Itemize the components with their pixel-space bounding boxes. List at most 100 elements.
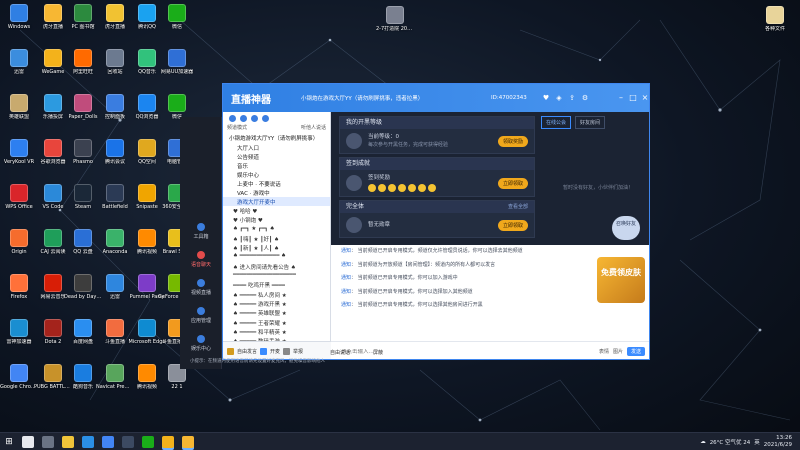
member-list-item[interactable]: ♥ 小钢炮 ♥	[223, 215, 330, 224]
member-list-item[interactable]: ♥ 哈哈 ♥	[223, 206, 330, 215]
member-list-item[interactable]: ♠ ═════ 英雄联盟 ★	[223, 308, 330, 317]
huya-app-icon[interactable]	[182, 435, 194, 448]
emoji-button[interactable]: 表情	[599, 348, 609, 355]
desktop-icon[interactable]: 控制面板	[98, 94, 132, 134]
file-explorer-app-icon[interactable]	[62, 435, 74, 448]
edge-app-icon[interactable]	[82, 435, 94, 448]
desktop-icon[interactable]: 微信	[160, 4, 194, 44]
desktop-icon[interactable]: 斗鱼直播	[98, 319, 132, 359]
free-talk-button[interactable]: 自由发言	[237, 348, 257, 355]
listen-mode-label[interactable]: 听他人说话	[301, 124, 326, 133]
sub-room-item[interactable]: 上麦中 · 不要说话	[223, 179, 330, 188]
promo-banner[interactable]: 免费领皮肤	[597, 257, 645, 303]
desktop-icon[interactable]: 腾讯会议	[98, 139, 132, 179]
sidebar-item-video[interactable]: 视频直播	[180, 279, 222, 296]
task-action-button[interactable]: 领取奖励	[497, 135, 528, 147]
clock[interactable]: 13:26 2021/6/29	[764, 435, 792, 449]
desktop-icon[interactable]: Google Chrome	[0, 364, 38, 404]
windows-start-icon[interactable]: ⊞	[0, 433, 18, 450]
maximize-button[interactable]: □	[627, 92, 639, 104]
desktop-icon[interactable]: 22 1	[160, 364, 194, 404]
wechat-app-icon[interactable]	[142, 435, 154, 448]
sub-room-item[interactable]: 游戏大厅开麦中	[223, 197, 330, 206]
desktop-icon[interactable]: Navicat Premium 12	[96, 364, 134, 404]
send-button[interactable]: 发送	[626, 347, 645, 356]
tab-online-guild[interactable]: 在线公会	[541, 116, 572, 129]
sidebar-item-apps[interactable]: 应用管理	[180, 307, 222, 324]
desktop-icon[interactable]: 回收站	[98, 49, 132, 89]
member-list-item[interactable]: ♠ ┏━┓ ★ ┏━┓ ♠	[223, 225, 330, 234]
desktop-icon[interactable]: Origin	[2, 229, 36, 269]
summon-friends-button[interactable]: 召唤好友	[612, 216, 640, 240]
member-list-item[interactable]: ♠ ═════ 王者荣耀 ★	[223, 318, 330, 327]
report-button[interactable]: 举报	[293, 348, 303, 355]
desktop-icon[interactable]: Phasmo	[66, 139, 100, 179]
block-label[interactable]: 屏蔽	[373, 349, 383, 356]
share-icon[interactable]: ⇪	[567, 93, 577, 103]
search-app-icon[interactable]	[22, 435, 34, 448]
close-button[interactable]: ×	[639, 92, 649, 104]
desktop-icon[interactable]: Windows	[2, 4, 36, 44]
desktop-file-2-7[interactable]: 2-7打造院 2020/0...	[376, 6, 414, 46]
desktop-icon[interactable]: 阿里旺旺	[66, 49, 100, 89]
image-button[interactable]: 图片	[613, 348, 623, 355]
desktop-icon[interactable]: 酷狗音乐	[66, 364, 100, 404]
sub-room-item[interactable]: 公告频道	[223, 152, 330, 161]
desktop-icon[interactable]: 百度网盘	[66, 319, 100, 359]
desktop-icon[interactable]: 虎牙直播	[98, 4, 132, 44]
heart-icon[interactable]: ♥	[541, 93, 551, 103]
user-icon[interactable]	[240, 114, 247, 122]
desktop-icon[interactable]: 网易UU加速器	[160, 49, 194, 89]
desktop-icon[interactable]: QQ 云盘	[66, 229, 100, 269]
sub-room-item[interactable]: 大厅入口	[223, 143, 330, 152]
member-list-item[interactable]: ♠ ┃新┃ ★ ┃人┃ ♠	[223, 243, 330, 252]
desktop-icon[interactable]: Steam	[66, 184, 100, 224]
channel-mode-label[interactable]: 频道模式	[227, 124, 247, 133]
view-all-link[interactable]: 查看全部	[508, 201, 528, 213]
desktop-icon[interactable]: Firefox	[2, 274, 36, 314]
desktop-icon[interactable]: VeryKool VR	[2, 139, 36, 179]
sidebar-item-fun[interactable]: 娱乐中心	[180, 335, 222, 352]
weather-icon[interactable]: ☁	[700, 439, 706, 445]
chrome-app-icon[interactable]	[102, 435, 114, 448]
desktop-icon[interactable]: 迅雷	[2, 49, 36, 89]
sub-room-item[interactable]: 音乐	[223, 161, 330, 170]
sub-room-item[interactable]: VAC · 游戏中	[223, 188, 330, 197]
member-list-item[interactable]: ━━━━ 吃鸡开黑 ━━━━	[223, 280, 330, 289]
desktop-icon[interactable]: Anaconda	[98, 229, 132, 269]
yy-app-icon[interactable]	[162, 435, 174, 448]
desktop-icon[interactable]: 英雄联盟	[2, 94, 36, 134]
home-icon[interactable]	[229, 114, 236, 122]
desktop-icon[interactable]: WPS Office	[2, 184, 36, 224]
member-list-item[interactable]: ♠ ═════ 游戏开黑 ★	[223, 299, 330, 308]
sidebar-item-voice[interactable]: 语音聊天	[180, 251, 222, 268]
gift-icon[interactable]: ◈	[554, 93, 564, 103]
desktop-icon[interactable]: Battlefield	[98, 184, 132, 224]
desktop-icon[interactable]: 雷神加速器	[2, 319, 36, 359]
member-list-item[interactable]: ♠ ═════ 私人房间 ★	[223, 290, 330, 299]
settings-icon[interactable]	[262, 114, 269, 122]
sub-room-item[interactable]: 娱乐中心	[223, 170, 330, 179]
member-list-item[interactable]: ♠ ┃嗨┃ ★ ┃好┃ ♠	[223, 234, 330, 243]
room-title[interactable]: 小钢炮游戏大厅YY（请勿刷屏挑事）	[223, 133, 330, 143]
tab-friend-rooms[interactable]: 好友房间	[575, 116, 606, 129]
sidebar-item-tools[interactable]: 工具箱	[180, 223, 222, 240]
heart-icon[interactable]	[251, 114, 258, 122]
member-list-item[interactable]: ━━━━━━━━━━━━━━━━━━━	[223, 271, 330, 280]
open-mic-button[interactable]: 开麦	[270, 348, 280, 355]
task-action-button[interactable]: 立即领取	[497, 177, 528, 189]
desktop-icon[interactable]: Dead by Daylight	[64, 274, 102, 314]
member-list-item[interactable]: ♠ ═════ 和平精英 ★	[223, 327, 330, 336]
task-action-button[interactable]: 立即领取	[497, 219, 528, 231]
free-mic-label[interactable]: 自由说话	[330, 349, 350, 356]
desktop-icon[interactable]: 迅雷	[98, 274, 132, 314]
ime-indicator[interactable]: 英	[754, 438, 760, 446]
desktop-icon[interactable]: PC 图书馆	[66, 4, 100, 44]
desktop-icon[interactable]: Paper_Dolls	[66, 94, 100, 134]
desktop-file-right[interactable]: 各种文件	[758, 6, 792, 46]
member-list-item[interactable]: ♠ 进入房间请先看公告 ♠	[223, 262, 330, 271]
minimize-button[interactable]: –	[615, 92, 627, 104]
task-view-app-icon[interactable]	[42, 435, 54, 448]
weather-text[interactable]: 26°C 空气优 24	[710, 438, 751, 446]
settings-icon[interactable]: ⚙	[580, 93, 590, 103]
